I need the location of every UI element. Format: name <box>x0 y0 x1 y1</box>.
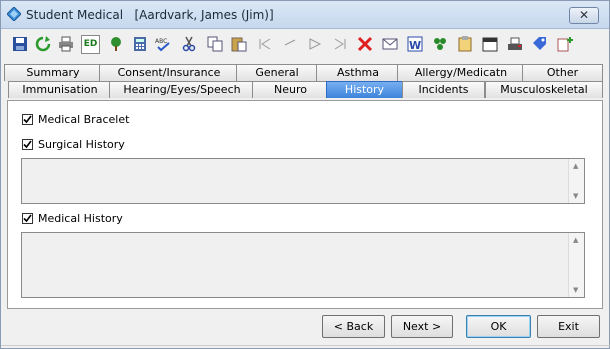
tab-other[interactable]: Other <box>522 64 603 81</box>
svg-text:W: W <box>409 39 421 52</box>
medical-history-label: Medical History <box>38 212 123 225</box>
surgical-history-checkbox[interactable] <box>22 139 33 150</box>
tag-icon[interactable] <box>532 36 548 52</box>
scroll-up-arrow-icon[interactable]: ▲ <box>573 236 578 244</box>
tab-consent-insurance[interactable]: Consent/Insurance <box>99 64 239 81</box>
last-record-icon[interactable] <box>332 36 348 52</box>
app-diamond-icon <box>7 7 21 21</box>
tab-asthma[interactable]: Asthma <box>316 64 400 81</box>
delete-icon[interactable] <box>357 36 373 52</box>
notes-icon[interactable] <box>457 36 473 52</box>
scroll-down-arrow-icon[interactable]: ▼ <box>573 286 578 294</box>
clipboard-add-icon[interactable] <box>557 36 573 52</box>
window-subtitle: [Aardvark, James (Jim)] <box>134 8 274 22</box>
medical-history-textarea[interactable]: ▲ ▼ <box>21 232 585 298</box>
surgical-history-scrollbar[interactable]: ▲ ▼ <box>568 159 584 203</box>
tab-immunisation[interactable]: Immunisation <box>8 81 112 98</box>
ok-button[interactable]: OK <box>466 315 531 338</box>
save-icon[interactable] <box>12 36 28 52</box>
window-title: Student Medical [Aardvark, James (Jim)] <box>26 8 274 22</box>
calendar-icon[interactable] <box>482 36 498 52</box>
window-title-text: Student Medical <box>26 8 124 22</box>
previous-record-icon[interactable] <box>282 36 298 52</box>
tab-summary[interactable]: Summary <box>4 64 102 81</box>
title-bar[interactable]: Student Medical [Aardvark, James (Jim)] … <box>1 1 609 29</box>
medical-bracelet-checkbox[interactable] <box>22 114 33 125</box>
print-icon[interactable] <box>58 36 74 52</box>
scroll-down-arrow-icon[interactable]: ▼ <box>573 192 578 200</box>
tab-musculoskeletal[interactable]: Musculoskeletal <box>485 81 603 98</box>
tree-icon[interactable] <box>108 36 124 52</box>
spellcheck-icon[interactable]: ABC <box>155 36 171 52</box>
tab-general[interactable]: General <box>236 64 318 81</box>
bottom-divider <box>1 345 610 346</box>
excel-icon[interactable] <box>432 36 448 52</box>
toolbar: ED ABC W <box>1 29 609 59</box>
scroll-up-arrow-icon[interactable]: ▲ <box>573 162 578 170</box>
tab-neuro[interactable]: Neuro <box>252 81 329 98</box>
medical-history-scrollbar[interactable]: ▲ ▼ <box>568 233 584 297</box>
word-icon[interactable]: W <box>407 36 423 52</box>
student-medical-window: Student Medical [Aardvark, James (Jim)] … <box>0 0 610 349</box>
tab-allergy-medication[interactable]: Allergy/Medicatn <box>397 64 525 81</box>
tab-incidents[interactable]: Incidents <box>402 81 485 98</box>
exit-button[interactable]: Exit <box>537 315 600 338</box>
back-button[interactable]: < Back <box>322 315 385 338</box>
medical-history-checkbox[interactable] <box>22 213 33 224</box>
first-record-icon[interactable] <box>257 36 273 52</box>
edit-icon[interactable]: ED <box>81 35 100 54</box>
scan-icon[interactable] <box>507 36 523 52</box>
surgical-history-label: Surgical History <box>38 138 125 151</box>
calculator-icon[interactable] <box>132 36 148 52</box>
tab-row-2: Immunisation Hearing/Eyes/Speech Neuro H… <box>1 81 609 98</box>
tab-row-1: Summary Consent/Insurance General Asthma… <box>1 64 609 81</box>
close-button[interactable]: ✕ <box>569 7 599 24</box>
surgical-history-textarea[interactable]: ▲ ▼ <box>21 158 585 204</box>
tab-hearing-eyes-speech[interactable]: Hearing/Eyes/Speech <box>109 81 255 98</box>
medical-bracelet-label: Medical Bracelet <box>38 113 130 126</box>
email-icon[interactable] <box>382 36 398 52</box>
history-panel: Medical Bracelet Surgical History ▲ ▼ Med… <box>7 100 603 309</box>
tab-history[interactable]: History <box>326 81 403 98</box>
paste-icon[interactable] <box>231 36 247 52</box>
refresh-icon[interactable] <box>35 36 51 52</box>
svg-text:ABC: ABC <box>155 38 167 45</box>
cut-icon[interactable] <box>181 36 197 52</box>
copy-icon[interactable] <box>207 36 223 52</box>
next-button[interactable]: Next > <box>391 315 453 338</box>
next-record-icon[interactable] <box>307 36 323 52</box>
